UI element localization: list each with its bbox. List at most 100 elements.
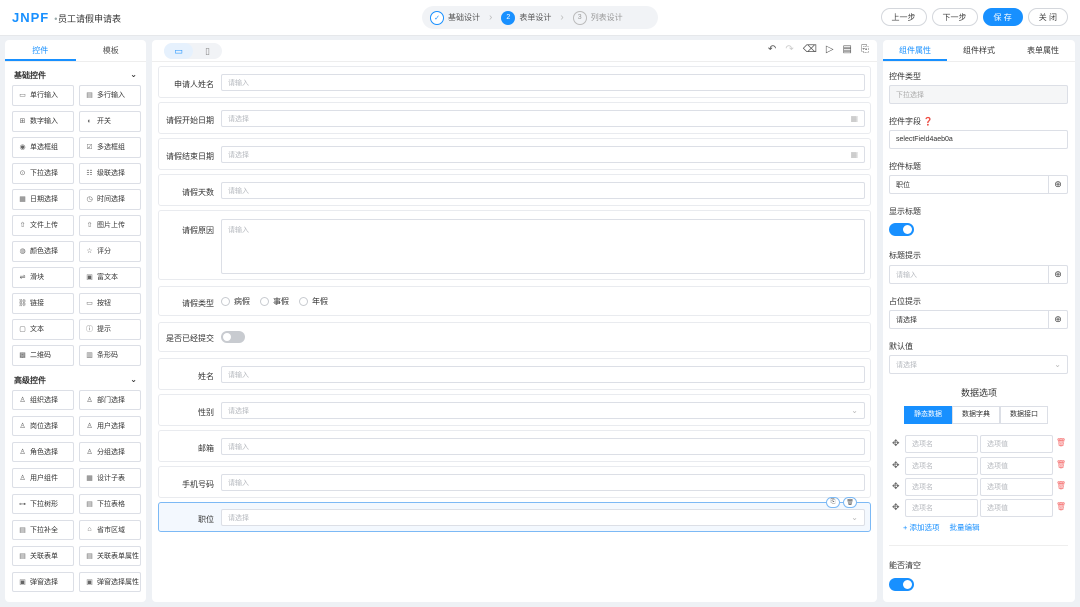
form-row-gender[interactable]: 性别 请选择 ⌄ <box>158 394 871 426</box>
widget-item[interactable]: ◐ 开关 <box>79 111 141 132</box>
clearable-switch[interactable] <box>889 578 914 591</box>
start-date-picker[interactable]: 请选择 ▦ <box>221 110 865 127</box>
widget-item[interactable]: ⊞ 数字输入 <box>12 111 74 132</box>
close-button[interactable]: 关 闭 <box>1027 8 1068 26</box>
widget-item[interactable]: ◍ 颜色选择 <box>12 241 74 262</box>
widget-item[interactable]: ☆ 评分 <box>79 241 141 262</box>
delete-icon[interactable]: 🗑 <box>1056 460 1066 469</box>
form-row-leave-reason[interactable]: 请假原因 请输入 <box>158 210 871 280</box>
widget-item[interactable]: ◉ 单选框组 <box>12 137 74 158</box>
widget-item[interactable]: ♙ 用户组件 <box>12 467 74 488</box>
globe-icon[interactable]: ⊕ <box>1048 176 1067 193</box>
control-field-input[interactable]: selectField4aeb0a <box>889 130 1068 149</box>
widget-item[interactable]: ▩ 二维码 <box>12 345 74 366</box>
widget-item[interactable]: ▣ 弹窗选择 <box>12 571 74 592</box>
control-title-input[interactable]: 职位 ⊕ <box>889 175 1068 194</box>
option-value-input[interactable]: 选项值 <box>980 478 1053 496</box>
widget-item[interactable]: ♙ 分组选择 <box>79 441 141 462</box>
widget-item[interactable]: ⌂ 省市区域 <box>79 519 141 540</box>
batch-edit-link[interactable]: 批量编辑 <box>949 522 979 533</box>
widget-item[interactable]: ▦ 设计子表 <box>79 467 141 488</box>
delete-icon[interactable]: 🗑 <box>1056 502 1066 511</box>
form-row-name[interactable]: 姓名 请输入 <box>158 358 871 390</box>
globe-icon[interactable]: ⊕ <box>1048 311 1067 328</box>
widget-item[interactable]: ▤ 关联表单 <box>12 545 74 566</box>
placeholder-input[interactable]: 请选择 ⊕ <box>889 310 1068 329</box>
widget-item[interactable]: ▤ 下拉补全 <box>12 519 74 540</box>
phone-input[interactable]: 请输入 <box>221 474 865 491</box>
delete-icon[interactable]: 🗑 <box>1056 438 1066 447</box>
radio-sick-leave[interactable]: 病假 <box>221 296 250 307</box>
end-date-picker[interactable]: 请选择 ▦ <box>221 146 865 163</box>
gender-select[interactable]: 请选择 ⌄ <box>221 402 865 419</box>
option-name-input[interactable]: 选项名 <box>905 478 978 496</box>
tab-widgets[interactable]: 控件 <box>5 40 76 61</box>
form-row-end-date[interactable]: 请假结束日期 请选择 ▦ <box>158 138 871 170</box>
option-name-input[interactable]: 选项名 <box>905 435 978 453</box>
drag-handle-icon[interactable]: ✥ <box>892 460 900 471</box>
undo-icon[interactable]: ↶ <box>768 44 776 55</box>
option-name-input[interactable]: 选项名 <box>905 499 978 517</box>
option-name-input[interactable]: 选项名 <box>905 457 978 475</box>
clear-icon[interactable]: ⌫ <box>803 44 817 55</box>
position-select[interactable]: 请选择 ⌄ <box>221 509 865 526</box>
tab-data-api[interactable]: 数据接口 <box>1000 406 1048 424</box>
save-button[interactable]: 保 存 <box>982 8 1023 26</box>
next-step-button[interactable]: 下一步 <box>931 8 978 26</box>
option-value-input[interactable]: 选项值 <box>980 457 1053 475</box>
basic-widgets-header[interactable]: 基础控件 ⌄ <box>5 62 146 85</box>
copy-icon[interactable]: ⎘ <box>826 497 840 508</box>
widget-item[interactable]: ▢ 文本 <box>12 319 74 340</box>
form-row-leave-type[interactable]: 请假类型 病假 事假 年假 <box>158 286 871 316</box>
step-basic-design[interactable]: ✓ 基础设计 <box>430 10 480 25</box>
default-value-select[interactable]: 请选择 ⌄ <box>889 355 1068 374</box>
widget-item[interactable]: ⓘ 提示 <box>79 319 141 340</box>
widget-item[interactable]: ▭ 单行输入 <box>12 85 74 106</box>
desktop-icon[interactable]: ▭ <box>164 43 193 59</box>
form-row-email[interactable]: 邮箱 请输入 <box>158 430 871 462</box>
drag-handle-icon[interactable]: ✥ <box>892 481 900 492</box>
leave-reason-textarea[interactable]: 请输入 <box>221 219 865 274</box>
widget-item[interactable]: ♙ 用户选择 <box>79 415 141 436</box>
delete-icon[interactable]: 🗑 <box>843 497 857 508</box>
widget-item[interactable]: ♙ 岗位选择 <box>12 415 74 436</box>
prev-step-button[interactable]: 上一步 <box>880 8 927 26</box>
widget-item[interactable]: ⊙ 下拉选择 <box>12 163 74 184</box>
tab-static-data[interactable]: 静态数据 <box>904 406 952 424</box>
step-form-design[interactable]: 2 表单设计 <box>501 10 551 25</box>
advanced-widgets-header[interactable]: 高级控件 ⌄ <box>5 366 146 390</box>
drag-handle-icon[interactable]: ✥ <box>892 502 900 513</box>
option-value-input[interactable]: 选项值 <box>980 499 1053 517</box>
widget-item[interactable]: ⇧ 文件上传 <box>12 215 74 236</box>
tab-data-dictionary[interactable]: 数据字典 <box>952 406 1000 424</box>
widget-item[interactable]: ⛓ 链接 <box>12 293 74 314</box>
mobile-icon[interactable]: ▯ <box>193 43 222 59</box>
form-row-submitted[interactable]: 是否已经提交 <box>158 322 871 352</box>
applicant-name-input[interactable]: 请输入 <box>221 74 865 91</box>
submitted-switch[interactable] <box>221 331 245 343</box>
form-row-applicant-name[interactable]: 申请人姓名 请输入 <box>158 66 871 98</box>
option-value-input[interactable]: 选项值 <box>980 435 1053 453</box>
widget-item[interactable]: ♙ 组织选择 <box>12 389 74 410</box>
form-row-phone[interactable]: 手机号码 请输入 <box>158 466 871 498</box>
widget-item[interactable]: ⇧ 图片上传 <box>79 215 141 236</box>
name-input[interactable]: 请输入 <box>221 366 865 383</box>
tab-form-props[interactable]: 表单属性 <box>1011 40 1075 61</box>
code-icon[interactable]: ⎘ <box>861 44 869 55</box>
tab-component-props[interactable]: 组件属性 <box>883 40 947 61</box>
widget-item[interactable]: ▤ 下拉表格 <box>79 493 141 514</box>
form-row-position[interactable]: ⎘ 🗑 职位 请选择 ⌄ <box>158 497 871 532</box>
widget-item[interactable]: ⇌ 滑块 <box>12 267 74 288</box>
show-title-switch[interactable] <box>889 223 914 236</box>
widget-item[interactable]: ▣ 弹窗选择属性 <box>79 571 141 592</box>
leave-days-input[interactable]: 请输入 <box>221 182 865 199</box>
preview-icon[interactable]: ▷ <box>826 44 834 55</box>
json-icon[interactable]: ▤ <box>843 44 852 55</box>
form-row-leave-days[interactable]: 请假天数 请输入 <box>158 174 871 206</box>
redo-icon[interactable]: ↷ <box>785 44 793 55</box>
widget-item[interactable]: ♙ 角色选择 <box>12 441 74 462</box>
step-list-design[interactable]: 3 列表设计 <box>572 10 623 25</box>
widget-item[interactable]: ▥ 条形码 <box>79 345 141 366</box>
delete-icon[interactable]: 🗑 <box>1056 481 1066 490</box>
radio-personal-leave[interactable]: 事假 <box>260 296 289 307</box>
